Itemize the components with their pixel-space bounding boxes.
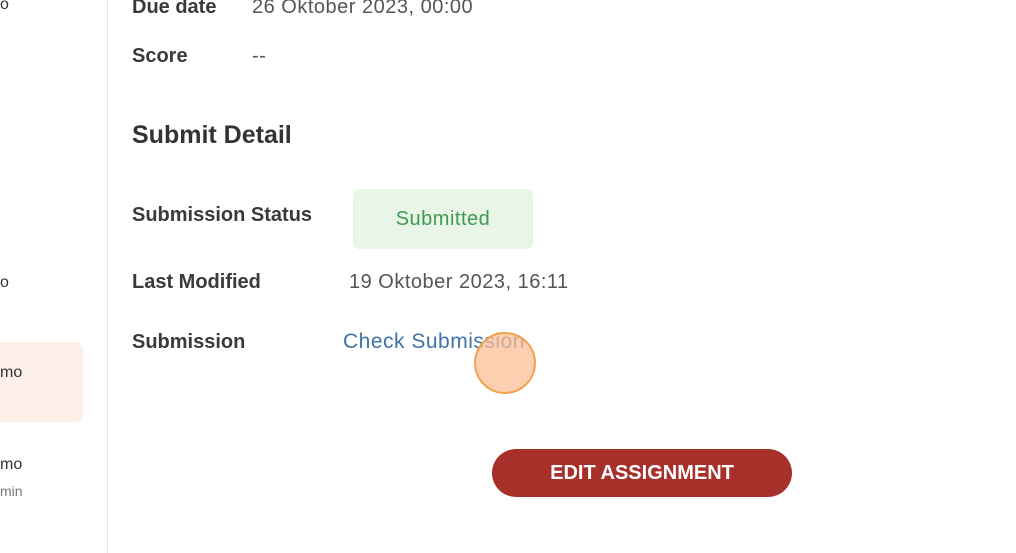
sidebar-item-fragment[interactable]: mo [0,364,22,382]
sidebar-item-fragment[interactable]: o [0,274,9,292]
submission-status-label: Submission Status [132,204,313,226]
sidebar-item-active[interactable] [0,342,83,422]
score-label: Score [132,45,188,67]
sidebar-item-fragment[interactable]: mo [0,456,22,474]
submit-detail-title: Submit Detail [132,121,292,149]
last-modified-value: 19 Oktober 2023, 16:11 [349,271,569,293]
check-submission-link[interactable]: Check Submission [343,330,525,354]
submission-label: Submission [132,331,246,353]
sidebar-item-subtext: min [0,483,23,499]
due-date-value: 26 Oktober 2023, 00:00 [252,0,474,18]
page: o o mo mo min Due date 26 Oktober 2023, … [0,0,1016,553]
sidebar: o o mo mo min [0,0,108,553]
due-date-label: Due date [132,0,217,18]
score-value: -- [252,45,267,67]
edit-assignment-button[interactable]: EDIT ASSIGNMENT [492,449,792,497]
sidebar-item-fragment[interactable]: o [0,0,9,14]
last-modified-label: Last Modified [132,271,261,293]
status-badge: Submitted [353,189,533,249]
